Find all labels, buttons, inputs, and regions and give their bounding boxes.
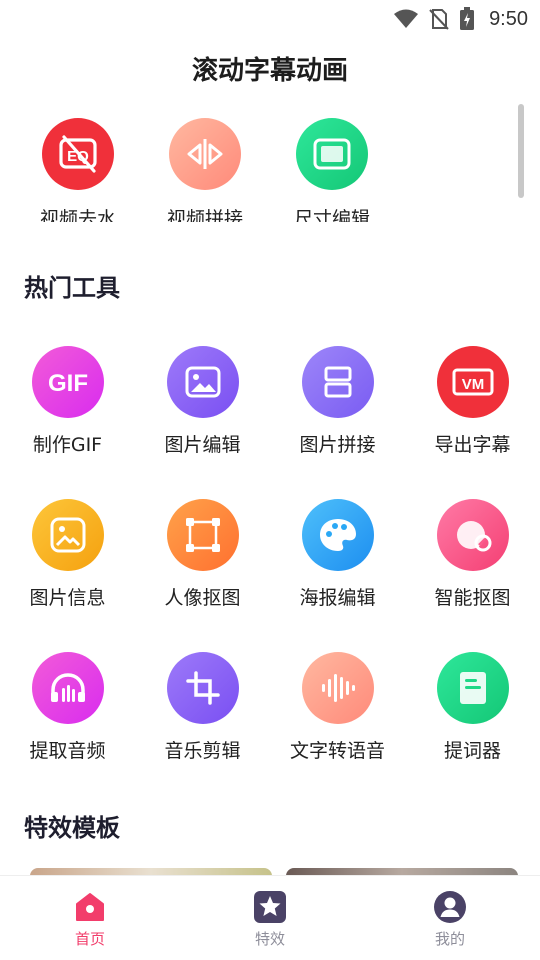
tool-label: 文字转语音	[289, 740, 385, 762]
scrollbar[interactable]	[518, 104, 524, 198]
tool-video-splice[interactable]: 视频拼接	[155, 118, 255, 222]
tool-video-remove-watermark[interactable]: EQ 视频去水	[28, 118, 128, 222]
tool-label: 图片拼接	[299, 434, 376, 456]
video-splice-icon	[169, 118, 241, 190]
tool-text-to-speech[interactable]: 文字转语音	[270, 652, 405, 763]
tool-label: 提取音频	[29, 740, 106, 762]
section-title-hot-tools: 热门工具	[24, 274, 120, 302]
tool-label: 音乐剪辑	[164, 740, 241, 762]
tool-label: 尺寸编辑	[293, 208, 370, 222]
tool-music-crop[interactable]: 音乐剪辑	[135, 652, 270, 763]
export-subtitle-icon: VM	[436, 346, 509, 418]
tool-image-splice[interactable]: 图片拼接	[270, 346, 405, 457]
tool-export-subtitle[interactable]: VM 导出字幕	[405, 346, 540, 457]
resize-icon	[296, 118, 368, 190]
tool-label: 智能抠图	[434, 587, 511, 609]
svg-text:GIF: GIF	[48, 370, 88, 397]
remove-watermark-icon: EQ	[42, 118, 114, 190]
tool-label: 人像抠图	[164, 587, 241, 609]
extract-audio-icon	[31, 652, 104, 724]
no-sim-icon	[429, 8, 449, 30]
image-info-icon	[31, 499, 104, 571]
poster-edit-icon	[301, 499, 374, 571]
status-time: 9:50	[489, 7, 528, 30]
tool-make-gif[interactable]: GIF 制作GIF	[0, 346, 135, 457]
tool-teleprompter[interactable]: 提词器	[405, 652, 540, 763]
teleprompter-icon	[436, 652, 509, 724]
tool-extract-audio[interactable]: 提取音频	[0, 652, 135, 763]
tab-label: 特效	[254, 930, 285, 948]
tab-profile[interactable]: 我的	[390, 890, 510, 949]
tool-label: 视频拼接	[166, 208, 243, 222]
image-edit-icon	[166, 346, 239, 418]
tool-portrait-cutout[interactable]: 人像抠图	[135, 499, 270, 610]
gif-icon: GIF	[31, 346, 104, 418]
text-to-speech-icon	[301, 652, 374, 724]
tool-label: 海报编辑	[299, 587, 376, 609]
svg-text:VM: VM	[461, 376, 484, 393]
tool-label: 制作GIF	[32, 434, 103, 456]
smart-cutout-icon	[436, 499, 509, 571]
tool-resize[interactable]: 尺寸编辑	[282, 118, 382, 222]
tab-effects[interactable]: 特效	[210, 890, 330, 949]
tab-label: 我的	[434, 930, 465, 948]
home-icon	[73, 890, 107, 924]
top-tools-row[interactable]: EQ 视频去水 视频拼接 尺寸编辑	[0, 118, 540, 222]
wifi-icon	[393, 9, 419, 29]
tool-label: 提词器	[443, 740, 501, 762]
profile-icon	[433, 890, 467, 924]
portrait-cutout-icon	[166, 499, 239, 571]
music-crop-icon	[166, 652, 239, 724]
tab-home[interactable]: 首页	[30, 890, 150, 949]
battery-charging-icon	[459, 7, 475, 31]
effects-star-icon	[253, 890, 287, 924]
image-splice-icon	[301, 346, 374, 418]
tool-label: 图片编辑	[164, 434, 241, 456]
status-bar: 9:50	[0, 0, 540, 38]
tool-poster-edit[interactable]: 海报编辑	[270, 499, 405, 610]
page-title: 滚动字幕动画	[191, 56, 348, 86]
tool-label: 导出字幕	[434, 434, 511, 456]
tool-label: 图片信息	[29, 587, 106, 609]
tool-image-edit[interactable]: 图片编辑	[135, 346, 270, 457]
tool-smart-cutout[interactable]: 智能抠图	[405, 499, 540, 610]
tool-label: 视频去水	[39, 208, 116, 222]
section-title-templates: 特效模板	[24, 814, 120, 842]
tool-image-info[interactable]: 图片信息	[0, 499, 135, 610]
bottom-tab-bar: 首页 特效 我的	[0, 875, 540, 960]
tab-label: 首页	[74, 930, 105, 948]
